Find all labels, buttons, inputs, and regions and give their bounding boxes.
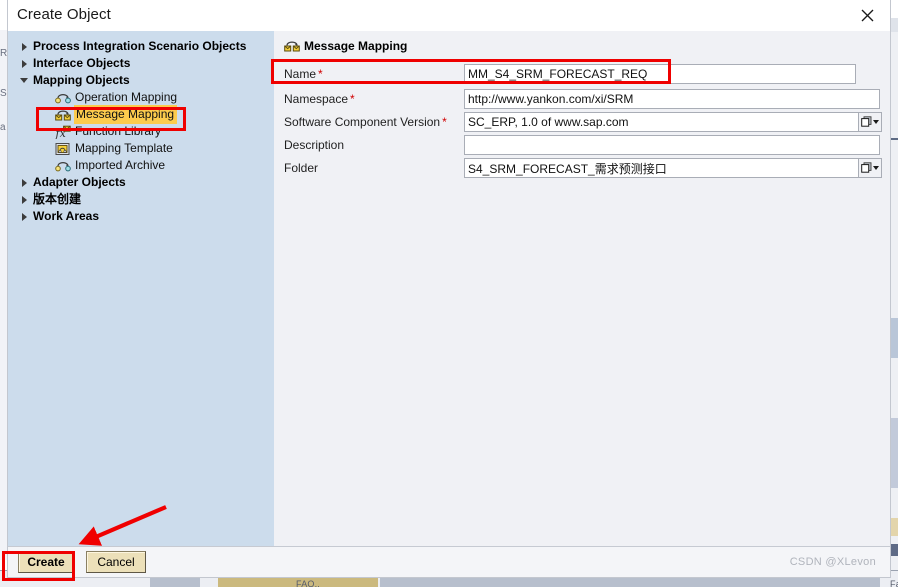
chevron-right-icon[interactable] bbox=[16, 43, 32, 51]
form-section-header: Message Mapping bbox=[284, 39, 407, 53]
form-section-title: Message Mapping bbox=[304, 39, 408, 53]
form-row-name: Name * bbox=[274, 63, 890, 85]
namespace-label: Namespace * bbox=[284, 92, 355, 106]
software-component-version-browse-button[interactable] bbox=[858, 112, 882, 132]
background-bottom-ghost-left: FAQ.. bbox=[296, 579, 321, 587]
dialog-titlebar: Create Object bbox=[8, 0, 890, 32]
tree-item-interface-objects[interactable]: Interface Objects bbox=[8, 55, 274, 72]
chevron-down-icon[interactable] bbox=[16, 78, 32, 83]
tree-item-label: Function Library bbox=[75, 124, 162, 138]
chevron-right-icon[interactable] bbox=[16, 179, 32, 187]
tree-item-label: Imported Archive bbox=[75, 158, 166, 172]
chevron-right-icon[interactable] bbox=[16, 196, 32, 204]
tree-item-label: Message Mapping bbox=[74, 105, 178, 124]
form-row-folder: Folder bbox=[274, 157, 890, 179]
form-row-description: Description bbox=[274, 134, 890, 156]
folder-label: Folder bbox=[284, 161, 319, 175]
tree-item-operation-mapping[interactable]: Operation Mapping bbox=[8, 89, 274, 106]
copy-icon bbox=[861, 116, 872, 127]
tree-item-mapping-template[interactable]: Mapping Template bbox=[8, 140, 274, 157]
chevron-down-icon bbox=[873, 166, 879, 170]
software-component-version-input[interactable] bbox=[464, 112, 880, 132]
tree-item-label: Work Areas bbox=[33, 209, 100, 223]
background-bottom-strip-1 bbox=[150, 577, 200, 587]
description-label: Description bbox=[284, 138, 345, 152]
create-object-dialog: Create Object Process Integration Scenar… bbox=[7, 0, 891, 578]
mapping-template-icon bbox=[54, 141, 72, 156]
namespace-input[interactable] bbox=[464, 89, 880, 109]
name-label: Name * bbox=[284, 67, 323, 81]
tree-item-mapping-objects[interactable]: Mapping Objects bbox=[8, 72, 274, 89]
tree-item-imported-archive[interactable]: Imported Archive bbox=[8, 157, 274, 174]
background-ghost-char-a: a bbox=[0, 122, 6, 133]
background-bottom-strip-3 bbox=[380, 577, 880, 587]
message-mapping-icon bbox=[54, 107, 72, 122]
chevron-right-icon[interactable] bbox=[16, 60, 32, 68]
background-ghost-char-s: S bbox=[0, 88, 7, 99]
close-icon[interactable] bbox=[844, 0, 890, 30]
folder-browse-button[interactable] bbox=[858, 158, 882, 178]
tree-item-message-mapping[interactable]: Message Mapping bbox=[8, 105, 274, 124]
background-bottom-ghost-right: Fault Message Type bbox=[890, 579, 898, 587]
tree-item-label: Interface Objects bbox=[33, 56, 131, 70]
tree-item-label: Mapping Template bbox=[75, 141, 173, 155]
create-button[interactable]: Create bbox=[18, 551, 74, 573]
tree-item-label: 版本创建 bbox=[33, 192, 82, 206]
cancel-button[interactable]: Cancel bbox=[86, 551, 146, 573]
tree-item-process-integration-scenario-objects[interactable]: Process Integration Scenario Objects bbox=[8, 38, 274, 55]
name-input[interactable] bbox=[464, 64, 856, 84]
dialog-footer: Create Cancel bbox=[8, 546, 890, 577]
tree-item-label: Mapping Objects bbox=[33, 73, 130, 87]
description-input[interactable] bbox=[464, 135, 880, 155]
message-mapping-form: Message Mapping Name* Namespace* Softwar… bbox=[274, 31, 890, 546]
watermark: CSDN @XLevon bbox=[789, 556, 876, 568]
function-library-icon: fx bbox=[54, 124, 72, 139]
tree-item-work-areas[interactable]: Work Areas bbox=[8, 208, 274, 225]
copy-icon bbox=[861, 162, 872, 173]
tree-item-label: Adapter Objects bbox=[33, 175, 126, 189]
tree-item-function-library[interactable]: fx Function Library bbox=[8, 123, 274, 140]
tree-item-adapter-objects[interactable]: Adapter Objects bbox=[8, 174, 274, 191]
tree-item-version-creation[interactable]: 版本创建 bbox=[8, 191, 274, 208]
dialog-title: Create Object bbox=[17, 6, 111, 23]
object-type-tree[interactable]: Process Integration Scenario Objects Int… bbox=[8, 31, 274, 546]
message-mapping-icon bbox=[284, 39, 300, 53]
imported-archive-icon bbox=[54, 158, 72, 173]
folder-input[interactable] bbox=[464, 158, 880, 178]
tree-item-label: Process Integration Scenario Objects bbox=[33, 39, 247, 53]
operation-mapping-icon bbox=[54, 90, 72, 105]
software-component-version-label: Software Component Version * bbox=[284, 115, 447, 129]
dialog-content: Process Integration Scenario Objects Int… bbox=[8, 31, 890, 546]
chevron-down-icon bbox=[873, 120, 879, 124]
form-row-software-component-version: Software Component Version * bbox=[274, 111, 890, 133]
tree-item-label: Operation Mapping bbox=[75, 90, 178, 104]
chevron-right-icon[interactable] bbox=[16, 213, 32, 221]
form-row-namespace: Namespace * bbox=[274, 88, 890, 110]
